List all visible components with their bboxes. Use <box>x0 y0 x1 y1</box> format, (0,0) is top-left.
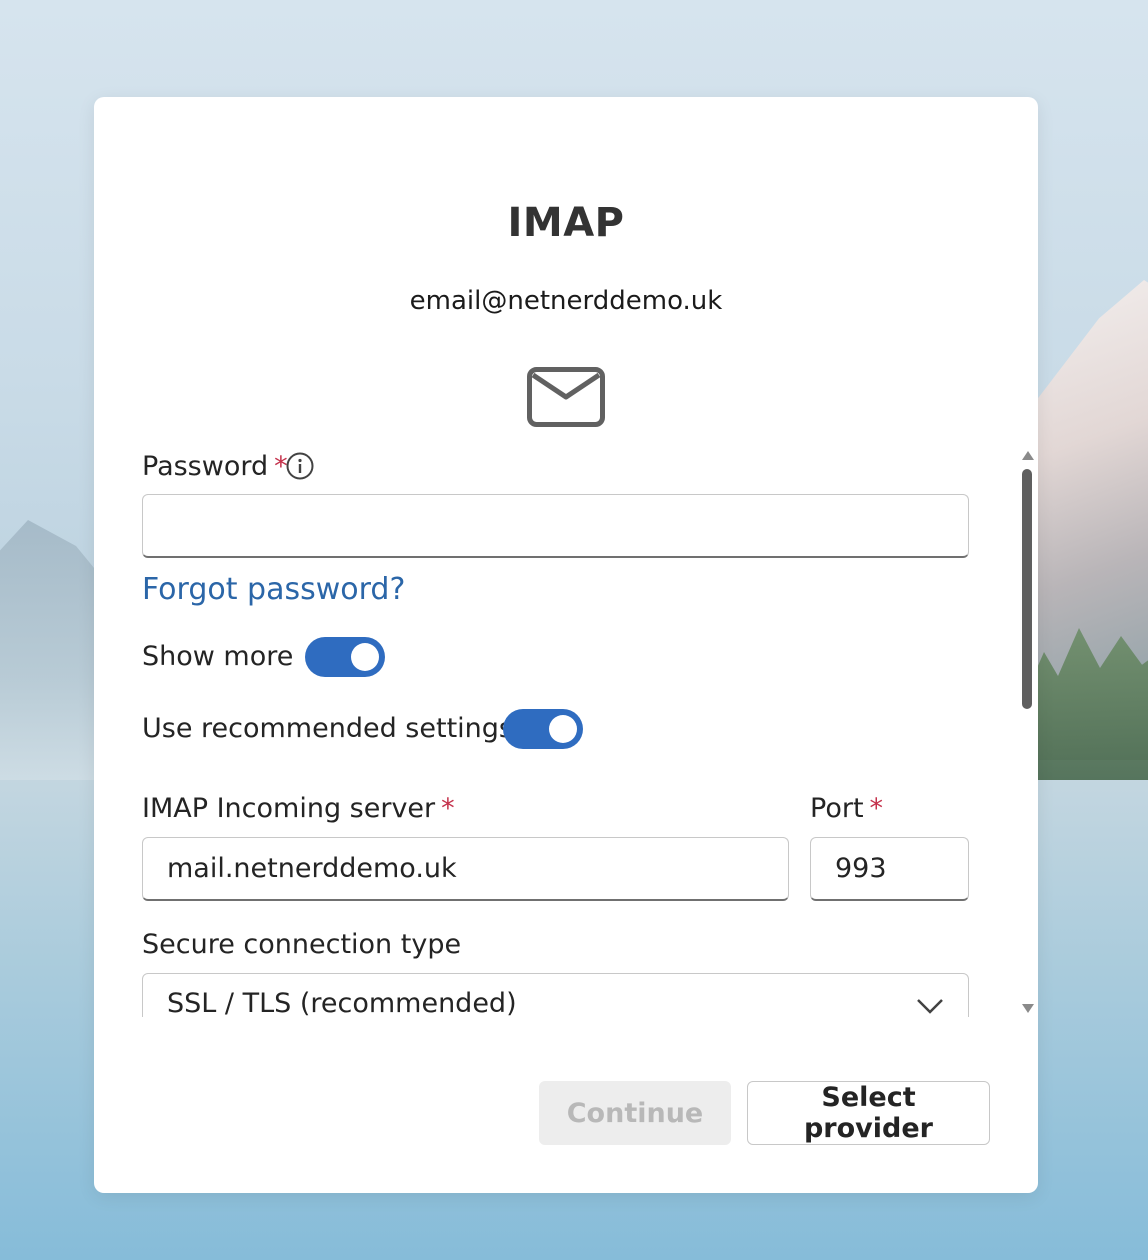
scrollbar[interactable] <box>1018 449 1036 1015</box>
forgot-password-link[interactable]: Forgot password? <box>142 572 405 607</box>
scroll-down-arrow[interactable] <box>1022 1004 1034 1013</box>
settings-scroll-area[interactable]: Password * Forgot password? Show more Use… <box>142 445 972 1017</box>
dialog-title: IMAP <box>507 200 625 246</box>
imap-dialog: IMAP email@netnerddemo.uk Password * Forg… <box>94 97 1038 1193</box>
port-label-text: Port <box>810 793 864 824</box>
account-email: email@netnerddemo.uk <box>409 286 723 316</box>
imap-server-input[interactable] <box>142 837 789 901</box>
show-more-label: Show more <box>142 641 294 672</box>
imap-server-label: IMAP Incoming server * <box>142 793 455 824</box>
info-icon[interactable] <box>286 452 314 480</box>
required-asterisk: * <box>869 793 884 824</box>
use-recommended-toggle[interactable] <box>503 709 583 749</box>
continue-button[interactable]: Continue <box>539 1081 731 1145</box>
password-label: Password * <box>142 451 288 482</box>
chevron-down-icon <box>917 999 943 1014</box>
secure-connection-value: SSL / TLS (recommended) <box>167 988 517 1017</box>
use-recommended-label: Use recommended settings <box>142 713 513 744</box>
port-label: Port * <box>810 793 883 824</box>
scroll-up-arrow[interactable] <box>1022 451 1034 460</box>
toggle-knob <box>351 643 379 671</box>
select-provider-button[interactable]: Select provider <box>747 1081 990 1145</box>
scrollbar-thumb[interactable] <box>1022 469 1032 709</box>
secure-connection-label: Secure connection type <box>142 929 462 960</box>
toggle-knob <box>549 715 577 743</box>
port-input[interactable] <box>810 837 969 901</box>
imap-server-label-text: IMAP Incoming server <box>142 793 436 824</box>
mail-icon <box>527 367 605 427</box>
show-more-toggle[interactable] <box>305 637 385 677</box>
password-label-text: Password <box>142 451 269 482</box>
required-asterisk: * <box>441 793 455 824</box>
password-input[interactable] <box>142 494 969 558</box>
secure-connection-select[interactable]: SSL / TLS (recommended) <box>142 973 969 1017</box>
